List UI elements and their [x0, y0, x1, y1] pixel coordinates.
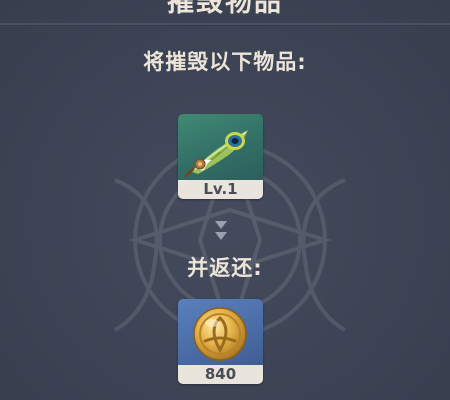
- return-label: 并返还:: [187, 256, 263, 280]
- item-art: [178, 114, 263, 180]
- mora-coin-icon: [193, 307, 247, 361]
- reward-art: [178, 299, 263, 365]
- item-level: Lv.1: [178, 180, 263, 199]
- returned-item-card[interactable]: 840: [178, 299, 263, 384]
- destroy-item-dialog: 摧毁物品 将摧毁以下物品: Lv.1 并返还: 840: [0, 0, 450, 400]
- double-chevron-down-icon: [215, 221, 227, 240]
- title-divider: [0, 23, 450, 26]
- destroyed-item-card[interactable]: Lv.1: [178, 114, 263, 199]
- dialog-title: 摧毁物品: [167, 0, 283, 18]
- destroy-label: 将摧毁以下物品:: [143, 50, 307, 74]
- reward-amount: 840: [178, 365, 263, 384]
- peacock-feather-artifact-icon: [184, 130, 248, 178]
